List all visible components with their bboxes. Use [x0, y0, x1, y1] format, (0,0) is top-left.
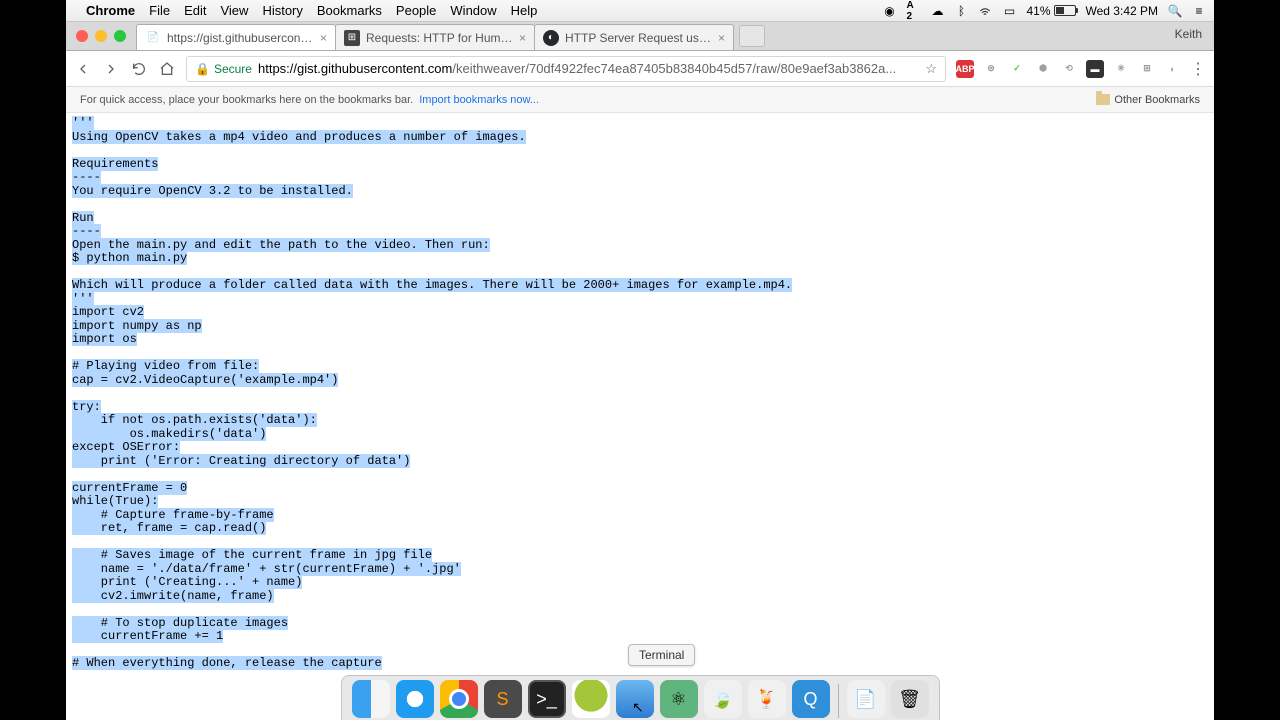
notification-center-icon[interactable]: ≡ — [1192, 4, 1206, 18]
url-text: https://gist.githubusercontent.com/keith… — [258, 61, 917, 76]
bluetooth-icon[interactable]: ᛒ — [954, 4, 968, 18]
window-close-button[interactable] — [76, 30, 88, 42]
menu-people[interactable]: People — [396, 3, 436, 18]
tab-title: HTTP Server Request using Re — [565, 31, 712, 45]
address-bar[interactable]: 🔒 Secure https://gist.githubusercontent.… — [186, 56, 946, 82]
extension-icon[interactable]: ⊞ — [1138, 60, 1156, 78]
tab-close-button[interactable]: × — [519, 31, 526, 45]
other-bookmarks-button[interactable]: Other Bookmarks — [1096, 94, 1200, 106]
tab-close-button[interactable]: × — [320, 31, 327, 45]
extension-icon[interactable]: ◐ — [1164, 60, 1182, 78]
finder-dock-icon[interactable] — [352, 680, 390, 718]
github-favicon-icon: ◐ — [543, 30, 559, 46]
sublime-dock-icon[interactable]: S — [484, 680, 522, 718]
page-favicon-icon: 📄 — [145, 30, 161, 46]
window-minimize-button[interactable] — [95, 30, 107, 42]
menu-file[interactable]: File — [149, 3, 170, 18]
extension-icon[interactable]: ⟲ — [1060, 60, 1078, 78]
reload-button[interactable] — [130, 60, 148, 78]
bookmark-star-icon[interactable]: ☆ — [925, 61, 937, 77]
adblock-extension-icon[interactable]: ABP — [956, 60, 974, 78]
tab-title: https://gist.githubusercontent. — [167, 31, 314, 45]
extension-icon[interactable]: ✳ — [1112, 60, 1130, 78]
menu-edit[interactable]: Edit — [184, 3, 206, 18]
page-content[interactable]: ''' Using OpenCV takes a mp4 video and p… — [66, 113, 1214, 720]
safari-dock-icon[interactable] — [396, 680, 434, 718]
terminal-dock-icon[interactable]: >_ — [528, 680, 566, 718]
browser-toolbar: 🔒 Secure https://gist.githubusercontent.… — [66, 51, 1214, 87]
trash-dock-icon[interactable]: 🗑 — [891, 680, 929, 718]
browser-tab[interactable]: ⊞ Requests: HTTP for Humans — × — [335, 24, 535, 50]
macos-dock: S >_ ⚛ 🍃 🍹 Q 📄 🗑 — [341, 675, 940, 720]
code-text[interactable]: ''' Using OpenCV takes a mp4 video and p… — [66, 113, 1214, 675]
menu-view[interactable]: View — [220, 3, 248, 18]
menu-history[interactable]: History — [262, 3, 302, 18]
new-tab-button[interactable] — [739, 25, 765, 47]
window-controls — [66, 30, 136, 42]
forward-button[interactable] — [102, 60, 120, 78]
clock[interactable]: Wed 3:42 PM — [1086, 4, 1158, 18]
display-icon[interactable]: ▭ — [1002, 4, 1016, 18]
extension-icon[interactable]: ▬ — [1086, 60, 1104, 78]
bookmarks-hint: For quick access, place your bookmarks h… — [80, 94, 413, 106]
browser-tab-strip: 📄 https://gist.githubusercontent. × ⊞ Re… — [66, 22, 1214, 51]
app-name[interactable]: Chrome — [86, 3, 135, 18]
atom-dock-icon[interactable]: ⚛ — [660, 680, 698, 718]
browser-menu-button[interactable]: ⋮ — [1190, 59, 1206, 79]
screencast-icon[interactable]: ◉ — [882, 4, 896, 18]
extension-icon[interactable]: ⊜ — [982, 60, 1000, 78]
browser-tab[interactable]: ◐ HTTP Server Request using Re × — [534, 24, 734, 50]
tab-close-button[interactable]: × — [718, 31, 725, 45]
wifi-icon[interactable] — [978, 4, 992, 18]
dock-separator — [838, 684, 839, 718]
lock-icon: 🔒 — [195, 62, 210, 76]
bookmarks-bar: For quick access, place your bookmarks h… — [66, 87, 1214, 113]
battery-percent: 41% — [1026, 4, 1050, 18]
battery-indicator[interactable]: 41% — [1026, 4, 1075, 18]
back-button[interactable] — [74, 60, 92, 78]
chrome-dock-icon[interactable] — [440, 680, 478, 718]
android-studio-dock-icon[interactable] — [572, 680, 610, 718]
cloud-icon[interactable]: ☁ — [930, 4, 944, 18]
profile-badge[interactable]: Keith — [1175, 27, 1202, 41]
home-button[interactable] — [158, 60, 176, 78]
quicktime-dock-icon[interactable]: Q — [792, 680, 830, 718]
menu-help[interactable]: Help — [511, 3, 538, 18]
menu-bookmarks[interactable]: Bookmarks — [317, 3, 382, 18]
mongodb-dock-icon[interactable]: 🍃 — [704, 680, 742, 718]
menu-window[interactable]: Window — [450, 3, 496, 18]
xcode-dock-icon[interactable] — [616, 680, 654, 718]
page-favicon-icon: ⊞ — [344, 30, 360, 46]
tab-title: Requests: HTTP for Humans — — [366, 31, 513, 45]
document-dock-icon[interactable]: 📄 — [847, 680, 885, 718]
adobe-icon[interactable]: A 2 — [906, 4, 920, 18]
secure-indicator: 🔒 Secure — [195, 62, 252, 76]
macos-menubar: Chrome File Edit View History Bookmarks … — [66, 0, 1214, 22]
extension-icon[interactable]: ⬢ — [1034, 60, 1052, 78]
secure-label: Secure — [214, 62, 252, 76]
extension-icon[interactable]: ✓ — [1008, 60, 1026, 78]
status-area: ◉ A 2 ☁ ᛒ ▭ 41% Wed 3:42 PM 🔍 ≡ — [882, 4, 1206, 18]
folder-icon — [1096, 94, 1110, 105]
handbrake-dock-icon[interactable]: 🍹 — [748, 680, 786, 718]
spotlight-icon[interactable]: 🔍 — [1168, 4, 1182, 18]
browser-tab[interactable]: 📄 https://gist.githubusercontent. × — [136, 24, 336, 50]
import-bookmarks-link[interactable]: Import bookmarks now... — [419, 94, 539, 106]
window-maximize-button[interactable] — [114, 30, 126, 42]
extension-icons: ABP ⊜ ✓ ⬢ ⟲ ▬ ✳ ⊞ ◐ ⋮ — [956, 59, 1206, 79]
